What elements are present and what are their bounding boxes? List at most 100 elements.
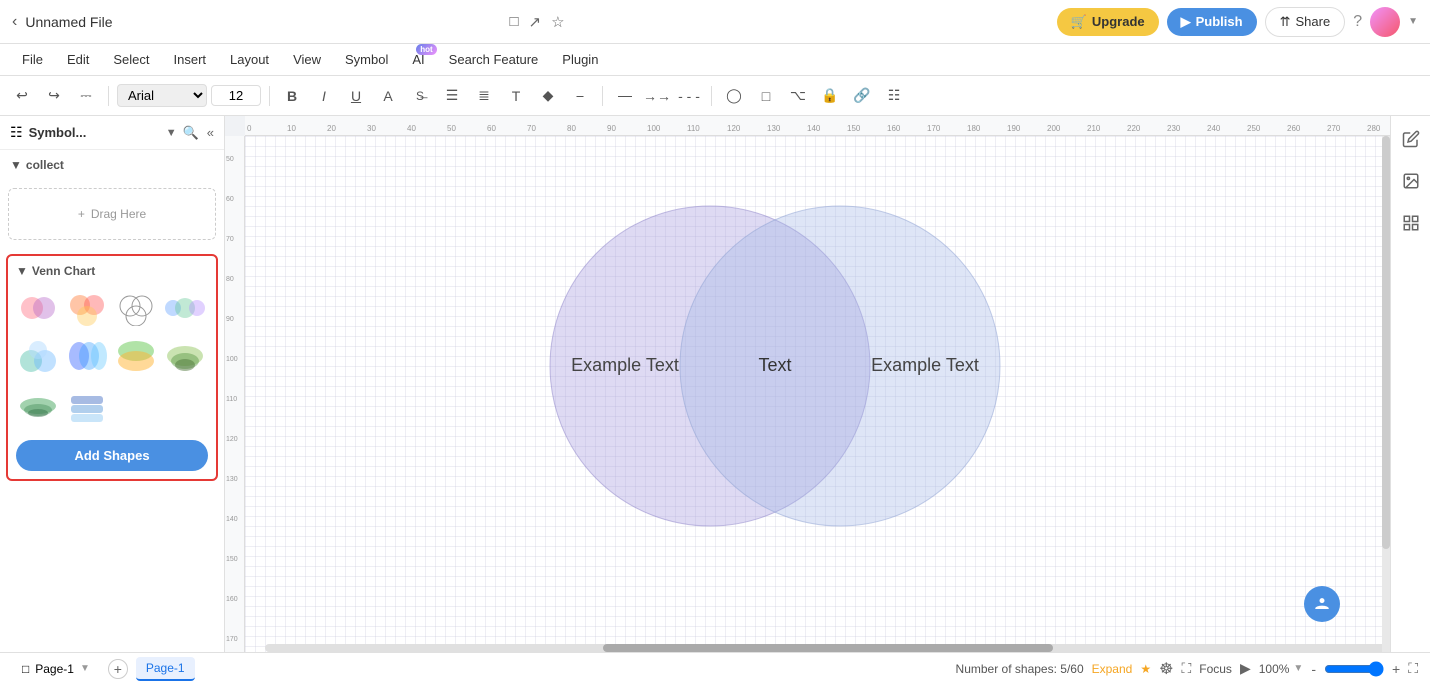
align-left-button[interactable]: ☰ (438, 82, 466, 110)
ruler-mark-v-70: 70 (226, 236, 234, 243)
add-shapes-button[interactable]: Add Shapes (16, 440, 208, 471)
text-style-button[interactable]: T (502, 82, 530, 110)
help-icon[interactable]: ? (1353, 13, 1362, 31)
export-icon[interactable]: ↗ (529, 13, 542, 31)
upgrade-label: Upgrade (1092, 14, 1145, 29)
right-edit-icon[interactable] (1396, 124, 1426, 154)
dash-button[interactable]: - - - (675, 82, 703, 110)
venn-shape-1[interactable] (16, 286, 60, 330)
fill-button[interactable]: ◆ (534, 82, 562, 110)
menu-view[interactable]: View (283, 48, 331, 71)
layers-icon[interactable]: ☸ (1159, 659, 1173, 679)
venn-shape-6[interactable] (65, 334, 109, 378)
drag-here-zone[interactable]: + Drag Here (8, 188, 216, 240)
toolbar-separator-4 (711, 86, 712, 106)
zoom-slider[interactable] (1324, 661, 1384, 677)
clone-button[interactable]: ⎓ (72, 82, 100, 110)
venn-shape-2[interactable] (65, 286, 109, 330)
canvas-scrollbar-thumb[interactable] (603, 644, 1053, 652)
redo-button[interactable]: ↪ (40, 82, 68, 110)
share-button[interactable]: ⇈ Share (1265, 7, 1346, 37)
ruler-mark-260: 260 (1287, 124, 1300, 133)
collect-chevron-icon: ▼ (10, 158, 22, 172)
play-icon[interactable]: ▶ (1240, 660, 1251, 677)
menu-edit[interactable]: Edit (57, 48, 99, 71)
canvas-scrollbar[interactable] (265, 644, 1390, 652)
arrow-button[interactable]: →→ (643, 82, 671, 110)
ruler-mark-v-90: 90 (226, 316, 234, 323)
group-button[interactable]: □ (752, 82, 780, 110)
chat-float-button[interactable] (1304, 586, 1340, 622)
font-color-button[interactable]: A (374, 82, 402, 110)
resize-icon[interactable]: ⛶ (1181, 660, 1191, 677)
focus-label[interactable]: Focus (1199, 662, 1232, 676)
venn-shape-4[interactable] (163, 286, 207, 330)
collapse-icon[interactable]: « (207, 125, 214, 141)
cart-icon: 🛒 (1071, 14, 1087, 30)
venn-shape-7[interactable] (114, 334, 158, 378)
fullscreen-icon[interactable]: ⛶ (1408, 660, 1418, 677)
main-content: ☷ Symbol... ▼ 🔍 « ▼ collect + Drag Here … (0, 116, 1430, 652)
upgrade-button[interactable]: 🛒 Upgrade (1057, 8, 1159, 36)
connector-button[interactable]: ⌥ (784, 82, 812, 110)
zoom-out-button[interactable]: - (1311, 661, 1316, 677)
right-grid-icon[interactable] (1396, 208, 1426, 238)
lock-button[interactable]: 🔒 (816, 82, 844, 110)
avatar[interactable] (1370, 7, 1400, 37)
canvas-area[interactable]: 0 10 20 30 40 50 60 70 80 90 100 110 120… (225, 116, 1390, 652)
strikethrough-button[interactable]: S̶ (406, 82, 434, 110)
ruler-mark-170: 170 (927, 124, 940, 133)
canvas-content[interactable]: Example Text Text Example Text (245, 136, 1390, 652)
menu-search-feature[interactable]: Search Feature (439, 48, 549, 71)
venn-shape-8[interactable] (163, 334, 207, 378)
bold-button[interactable]: B (278, 82, 306, 110)
add-page-button[interactable]: + (108, 659, 128, 679)
save-icon[interactable]: □ (509, 13, 518, 30)
page-tab-chevron-icon[interactable]: ▼ (80, 663, 90, 674)
venn-shape-10[interactable] (65, 382, 109, 426)
menu-layout[interactable]: Layout (220, 48, 279, 71)
search-icon[interactable]: 🔍 (183, 125, 199, 141)
menu-insert[interactable]: Insert (164, 48, 217, 71)
menu-plugin[interactable]: Plugin (552, 48, 608, 71)
sidebar-chevron-icon[interactable]: ▼ (166, 127, 177, 139)
zoom-chevron-icon[interactable]: ▼ (1293, 663, 1303, 674)
menu-select[interactable]: Select (103, 48, 159, 71)
menu-ai[interactable]: AI hot (402, 48, 434, 71)
venn-shape-3[interactable] (114, 286, 158, 330)
page-tab-page1[interactable]: Page-1 (136, 657, 195, 681)
shape-button[interactable]: ◯ (720, 82, 748, 110)
menu-file[interactable]: File (12, 48, 53, 71)
undo-button[interactable]: ↩ (8, 82, 36, 110)
ruler-mark-50: 50 (447, 124, 456, 133)
venn-diagram[interactable]: Example Text Text Example Text (515, 196, 1035, 539)
publish-button[interactable]: ▶ Publish (1167, 8, 1257, 36)
right-scrollbar-thumb[interactable] (1382, 136, 1390, 549)
venn-section-header[interactable]: ▼ Venn Chart (16, 264, 208, 278)
font-family-select[interactable]: Arial (117, 84, 207, 107)
underline-button[interactable]: U (342, 82, 370, 110)
ruler-mark-140: 140 (807, 124, 820, 133)
unlink-button[interactable]: 🔗 (848, 82, 876, 110)
venn-shape-5[interactable] (16, 334, 60, 378)
zoom-in-button[interactable]: + (1392, 661, 1400, 677)
font-size-input[interactable] (211, 85, 261, 106)
right-image-icon[interactable] (1396, 166, 1426, 196)
back-button[interactable]: ‹ (12, 13, 17, 31)
page-tab-label: Page-1 (35, 662, 74, 676)
menu-symbol[interactable]: Symbol (335, 48, 398, 71)
italic-button[interactable]: I (310, 82, 338, 110)
page-tab-icon[interactable]: □ Page-1 ▼ (12, 658, 100, 680)
venn-shape-9[interactable] (16, 382, 60, 426)
expand-link[interactable]: Expand (1092, 662, 1133, 676)
grid-button[interactable]: ☷ (880, 82, 908, 110)
line-style-button[interactable]: ⎯⎯ (611, 82, 639, 110)
account-chevron-icon[interactable]: ▼ (1408, 16, 1418, 27)
line-button[interactable]: ⎯ (566, 82, 594, 110)
star-icon[interactable]: ☆ (551, 13, 564, 31)
venn-chart-section: ▼ Venn Chart (6, 254, 218, 481)
right-scrollbar[interactable] (1382, 136, 1390, 652)
venn-chevron-icon: ▼ (16, 264, 28, 278)
align-center-button[interactable]: ≣ (470, 82, 498, 110)
sidebar-collect-section[interactable]: ▼ collect (0, 150, 224, 180)
